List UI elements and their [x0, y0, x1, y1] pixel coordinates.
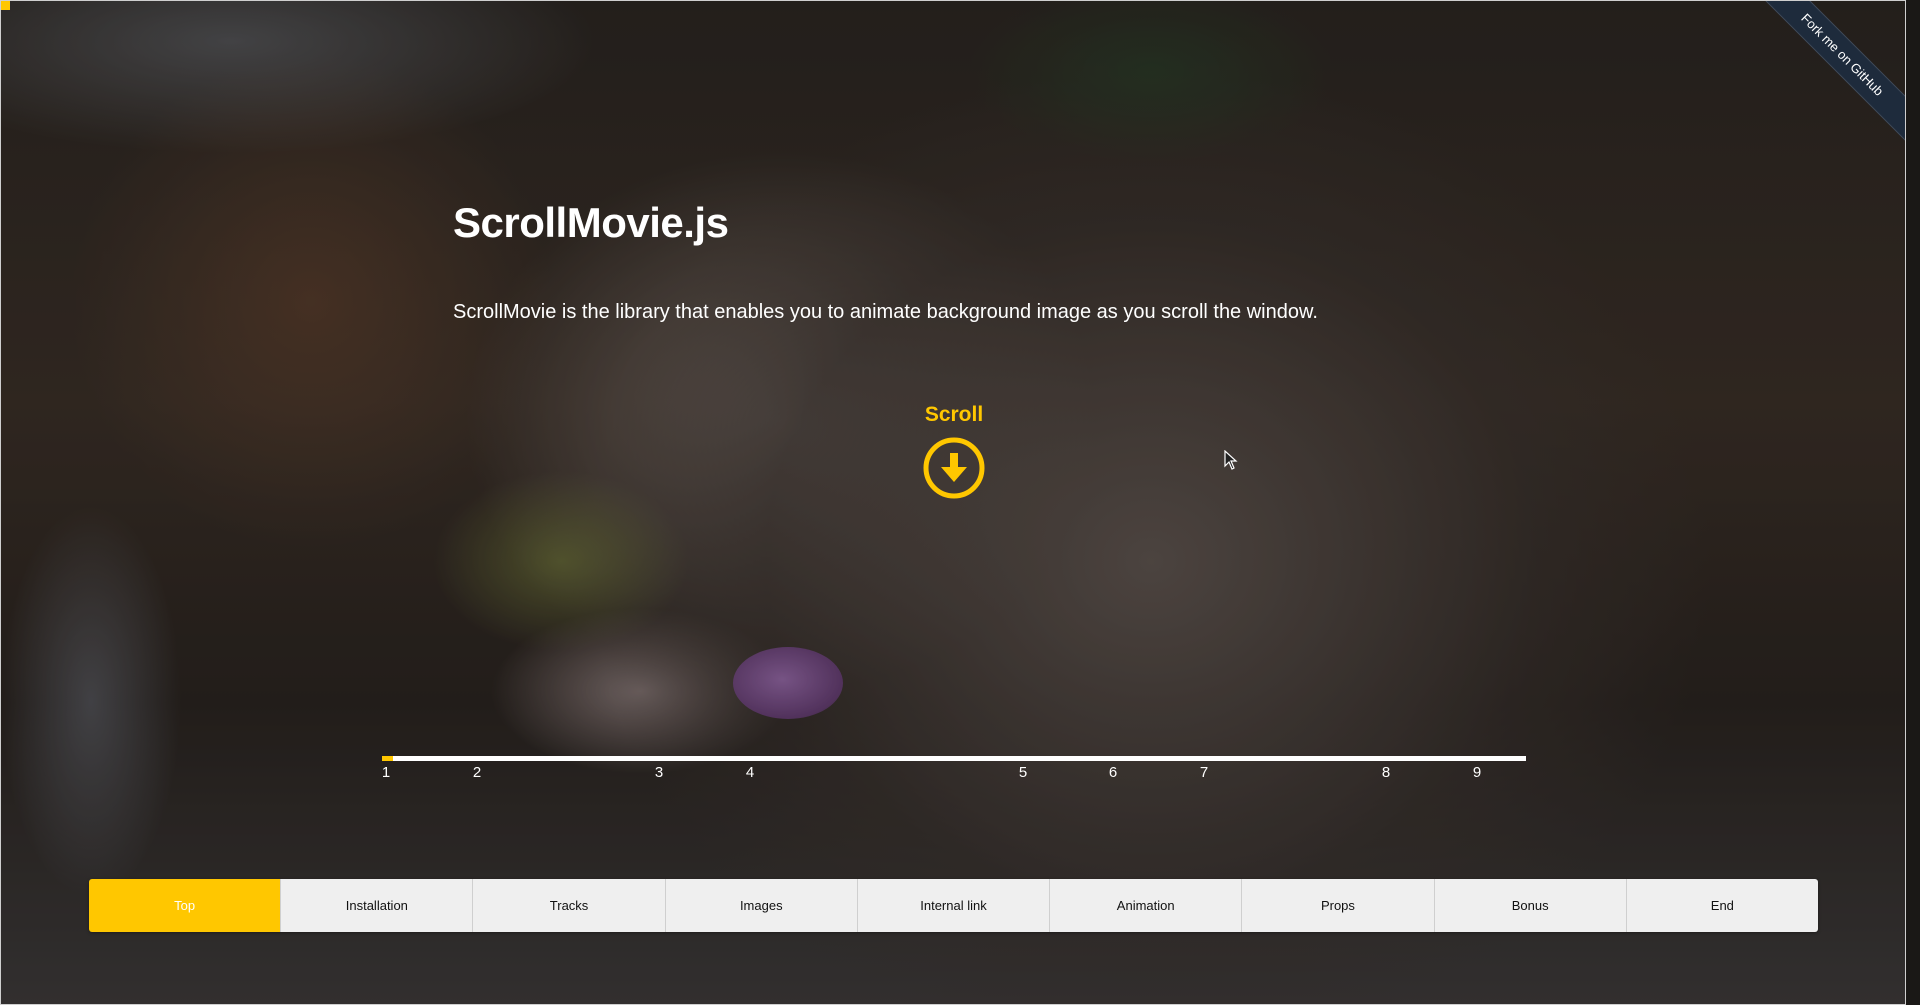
- nav-item-bonus[interactable]: Bonus: [1434, 879, 1627, 932]
- nav-item-props[interactable]: Props: [1242, 879, 1435, 932]
- background-overlay: [1, 1, 1905, 1004]
- scroll-hint[interactable]: Scroll: [921, 403, 987, 501]
- timeline-marker[interactable]: 8: [1382, 764, 1390, 781]
- mouse-cursor-icon: [1224, 450, 1238, 470]
- timeline-marker[interactable]: 4: [746, 764, 754, 781]
- scroll-label: Scroll: [924, 403, 984, 426]
- nav-item-end[interactable]: End: [1626, 879, 1818, 932]
- timeline-progress: [382, 756, 394, 761]
- page-description: ScrollMovie is the library that enables …: [453, 301, 1318, 323]
- progress-corner-marker: [1, 1, 10, 10]
- section-nav: Top Installation Tracks Images Internal …: [89, 879, 1818, 932]
- page-title: ScrollMovie.js: [453, 199, 729, 246]
- nav-item-tracks[interactable]: Tracks: [473, 879, 666, 932]
- timeline-marker[interactable]: 3: [655, 764, 663, 781]
- timeline-marker[interactable]: 2: [473, 764, 481, 781]
- nav-item-internal-link[interactable]: Internal link: [857, 879, 1051, 932]
- timeline-marker[interactable]: 6: [1109, 764, 1117, 781]
- page-viewport[interactable]: Fork me on GitHub ScrollMovie.js ScrollM…: [0, 0, 1906, 1005]
- arrow-down-circle-icon[interactable]: [921, 435, 987, 501]
- timeline-marker[interactable]: 1: [382, 764, 390, 781]
- fork-on-github-link[interactable]: Fork me on GitHub: [1755, 1, 1905, 148]
- timeline-marker[interactable]: 5: [1019, 764, 1027, 781]
- timeline-marker[interactable]: 9: [1473, 764, 1481, 781]
- scroll-timeline[interactable]: [382, 756, 1526, 761]
- timeline-marker[interactable]: 7: [1200, 764, 1208, 781]
- nav-item-animation[interactable]: Animation: [1050, 879, 1243, 932]
- github-ribbon[interactable]: Fork me on GitHub: [1755, 1, 1905, 151]
- nav-item-installation[interactable]: Installation: [281, 879, 474, 932]
- nav-item-top[interactable]: Top: [89, 879, 282, 932]
- nav-item-images[interactable]: Images: [665, 879, 858, 932]
